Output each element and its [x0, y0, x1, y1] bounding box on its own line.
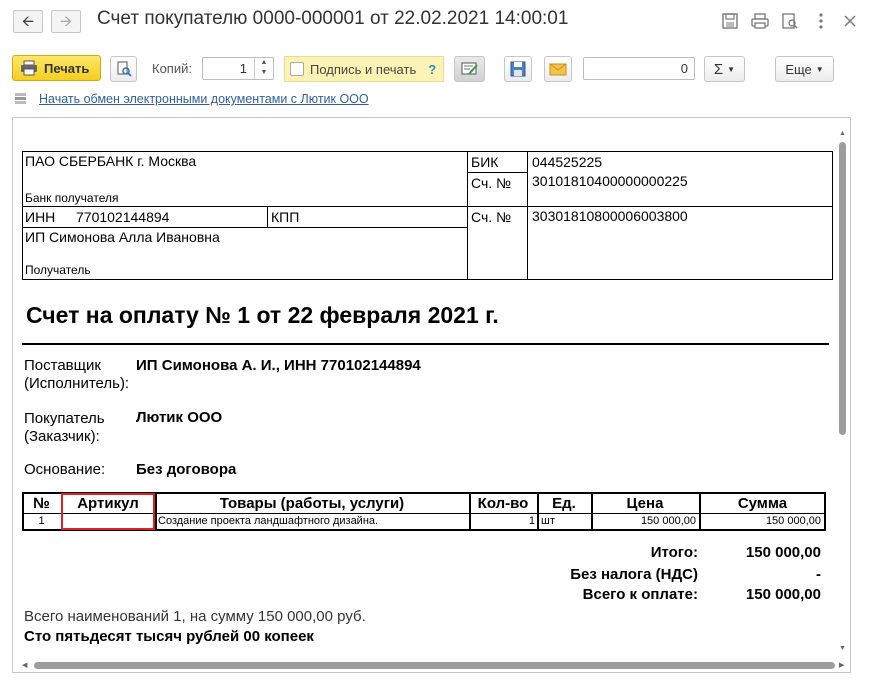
edit-icon [461, 62, 478, 75]
envelope-icon [549, 63, 567, 76]
kpp-label: КПП [271, 209, 300, 225]
cell-goods: Создание проекта ландшафтного дизайна. [158, 515, 379, 527]
cell-qty: 1 [528, 515, 535, 527]
supplier-label: Поставщик (Исполнитель): [24, 357, 130, 392]
sign-label: Подпись и печать [310, 61, 417, 77]
col-header-goods: Товары (работы, услуги) [219, 495, 405, 512]
email-button[interactable] [544, 56, 572, 82]
horizontal-scroll-thumb[interactable] [34, 662, 835, 669]
sum-menu-button[interactable]: Σ ▼ [704, 56, 745, 82]
bik-value: 044525225 [532, 154, 603, 170]
more-vertical-icon[interactable] [811, 11, 831, 31]
inn-label: ИНН [25, 209, 56, 225]
sum-field[interactable]: 0 [583, 57, 695, 80]
edo-icon [15, 93, 26, 104]
heading-divider [22, 343, 829, 345]
chevron-down-icon: ▼ [815, 64, 824, 74]
chevron-up-icon[interactable]: ▲ [255, 58, 273, 68]
cell-sum: 150 000,00 [765, 515, 821, 527]
copies-label: Копий: [152, 61, 192, 76]
more-button[interactable]: Еще ▼ [775, 56, 834, 82]
total-value: 150 000,00 [745, 544, 821, 561]
scroll-down-icon[interactable]: ▼ [839, 645, 846, 652]
col-header-qty: Кол-во [477, 495, 529, 512]
scroll-right-icon[interactable]: ▶ [839, 661, 844, 669]
bank-caption: Банк получателя [25, 191, 119, 205]
amount-in-words: Сто пятьдесят тысяч рублей 00 копеек [24, 628, 314, 645]
arrow-left-icon: 🡨 [21, 13, 35, 30]
forward-button[interactable]: 🡪 [51, 10, 81, 33]
col-header-unit: Ед. [552, 495, 576, 512]
account-value: 30301810800006003800 [532, 208, 688, 224]
scroll-left-icon[interactable]: ◀ [22, 661, 27, 669]
account-label: Сч. № [471, 209, 512, 225]
cell-unit: шт [541, 515, 555, 527]
total-label: Итого: [650, 544, 698, 561]
chevron-down-icon[interactable]: ▼ [255, 68, 273, 78]
col-header-sum: Сумма [737, 495, 788, 512]
buyer-label: Покупатель (Заказчик): [24, 410, 105, 445]
summary-line: Всего наименований 1, на сумму 150 000,0… [24, 608, 366, 625]
vertical-scroll-thumb[interactable] [839, 142, 846, 435]
back-button[interactable]: 🡨 [13, 10, 43, 33]
supplier-value: ИП Симонова А. И., ИНН 770102144894 [136, 357, 421, 374]
recipient-caption: Получатель [25, 263, 91, 277]
sign-checkbox[interactable] [290, 62, 304, 76]
bank-name: ПАО СБЕРБАНК г. Москва [25, 153, 197, 169]
arrow-right-icon: 🡪 [59, 13, 73, 30]
pay-label: Всего к оплате: [582, 586, 698, 603]
scroll-up-icon[interactable]: ▲ [839, 130, 846, 137]
bik-label: БИК [471, 154, 499, 170]
vat-label: Без налога (НДС) [570, 566, 698, 583]
invoice-heading: Счет на оплату № 1 от 22 февраля 2021 г. [26, 302, 499, 328]
edit-document-button[interactable] [454, 56, 485, 82]
vat-value: - [816, 566, 821, 583]
col-header-num: № [33, 495, 50, 512]
window-title: Счет покупателю 0000-000001 от 22.02.202… [97, 8, 569, 29]
corr-account-value: 30101810400000000225 [532, 173, 688, 189]
save-icon [510, 61, 526, 77]
basis-value: Без договора [136, 461, 237, 478]
article-column-highlight [61, 493, 155, 530]
printer-icon[interactable] [750, 11, 770, 31]
more-label: Еще [785, 61, 812, 77]
edo-exchange-link[interactable]: Начать обмен электронными документами с … [39, 92, 369, 106]
help-icon[interactable]: ? [428, 62, 436, 77]
print-button-label: Печать [44, 60, 90, 76]
close-icon[interactable] [840, 11, 860, 31]
copies-stepper[interactable]: ▲ ▼ [254, 58, 273, 79]
pay-value: 150 000,00 [745, 586, 821, 603]
sign-and-stamp-toggle[interactable]: Подпись и печать ? [284, 56, 444, 82]
save-icon[interactable] [720, 11, 740, 31]
recipient-name: ИП Симонова Алла Ивановна [25, 229, 220, 245]
preview-button[interactable] [110, 56, 137, 82]
inn-value: 770102144894 [76, 209, 170, 225]
basis-label: Основание: [24, 461, 106, 478]
preview-icon[interactable] [780, 11, 800, 31]
col-header-price: Цена [626, 495, 664, 512]
corr-account-label: Сч. № [471, 175, 512, 191]
buyer-value: Лютик ООО [136, 409, 223, 426]
sigma-icon: Σ [713, 60, 724, 78]
cell-num: 1 [38, 515, 45, 527]
chevron-down-icon: ▼ [727, 64, 736, 74]
save-button[interactable] [504, 56, 532, 82]
cell-price: 150 000,00 [640, 515, 696, 527]
preview-icon [117, 61, 132, 77]
printer-icon [21, 60, 37, 76]
print-button[interactable]: Печать [12, 55, 101, 81]
